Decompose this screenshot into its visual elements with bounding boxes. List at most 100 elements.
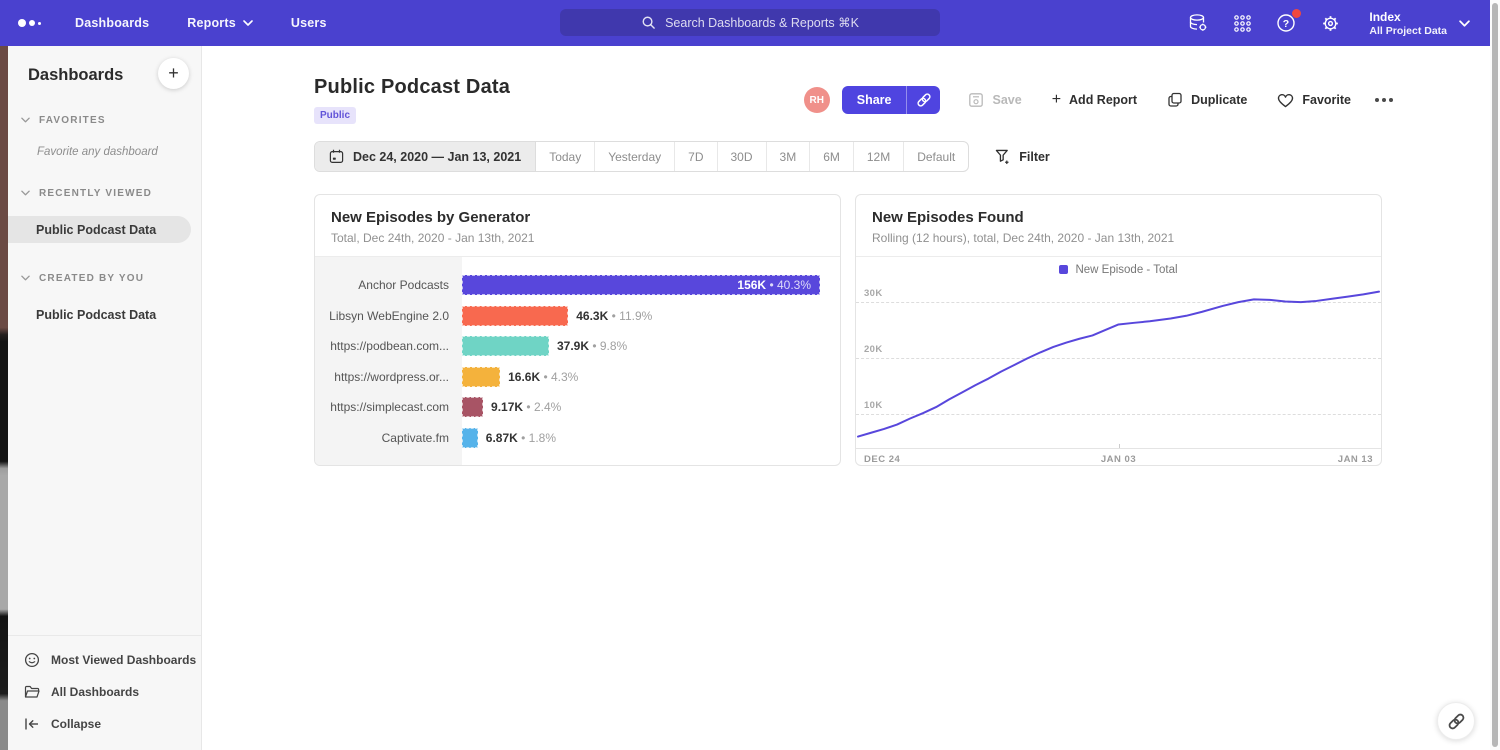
bar-chart: Anchor Podcasts 156K • 40.3% Libsyn WebE… [315,257,840,466]
avatar-initials: RH [810,95,824,106]
sidebar-footer: Most Viewed Dashboards All Dashboards Co… [8,635,201,750]
bar[interactable] [462,367,500,387]
date-range-button[interactable]: Dec 24, 2020 — Jan 13, 2021 [315,142,536,171]
section-favorites[interactable]: FAVORITES [8,111,201,129]
plot-area[interactable]: 30K 20K 10K [856,282,1381,449]
card-title: New Episodes Found [872,209,1365,226]
add-report-button[interactable]: + Add Report [1052,93,1137,107]
bar[interactable] [462,306,568,326]
more-icon [1375,98,1393,102]
legend-label: New Episode - Total [1075,264,1177,276]
preset-yesterday[interactable]: Yesterday [595,142,675,171]
settings-gear-icon[interactable] [1319,12,1341,34]
bar-row[interactable]: Libsyn WebEngine 2.0 46.3K • 11.9% [315,301,840,332]
add-dashboard-button[interactable]: + [158,58,189,89]
bar-row[interactable]: https://wordpress.or... 16.6K • 4.3% [315,362,840,393]
chevron-down-icon [21,190,30,196]
bar-category-label: Libsyn WebEngine 2.0 [315,309,462,323]
card-new-episodes-found: New Episodes Found Rolling (12 hours), t… [855,194,1382,466]
bar-row[interactable]: https://simplecast.com 9.17K • 2.4% [315,392,840,423]
preset-today[interactable]: Today [536,142,595,171]
legend-swatch [1059,265,1068,274]
sidebar-item-public-podcast-data-created[interactable]: Public Podcast Data [8,301,191,328]
x-tick-label: JAN 13 [1338,454,1373,466]
link-icon [1447,712,1466,731]
nav-dashboards-label: Dashboards [75,16,149,30]
duplicate-label: Duplicate [1191,93,1247,107]
filter-label: Filter [1019,150,1050,164]
page-title: Public Podcast Data [314,76,510,99]
top-navbar: Dashboards Reports Users Search Dashboar… [0,0,1500,46]
most-viewed-dashboards-button[interactable]: Most Viewed Dashboards [8,644,201,676]
preset-3m[interactable]: 3M [767,142,811,171]
data-management-icon[interactable] [1187,12,1209,34]
desktop-edge [0,46,8,750]
nav-reports[interactable]: Reports [187,16,253,30]
search-input[interactable]: Search Dashboards & Reports ⌘K [560,9,940,36]
collapse-icon [24,716,40,732]
section-label: CREATED BY YOU [39,273,144,284]
public-badge: Public [314,107,356,124]
duplicate-button[interactable]: Duplicate [1167,92,1247,108]
bar[interactable] [462,397,483,417]
copy-link-button[interactable] [906,86,940,114]
date-range-label: Dec 24, 2020 — Jan 13, 2021 [353,150,521,164]
apps-grid-icon[interactable] [1231,12,1253,34]
mixpanel-logo-icon[interactable] [18,19,41,27]
bar-row[interactable]: https://podbean.com... 37.9K • 9.8% [315,331,840,362]
preset-6m[interactable]: 6M [810,142,854,171]
chevron-down-icon [21,117,30,123]
bar-row[interactable]: Anchor Podcasts 156K • 40.3% [315,270,840,301]
all-dashboards-button[interactable]: All Dashboards [8,676,201,708]
preset-30d[interactable]: 30D [718,142,767,171]
card-header[interactable]: New Episodes by Generator Total, Dec 24t… [315,195,840,257]
svg-text:?: ? [1283,18,1289,30]
sidebar: Dashboards + FAVORITES Favorite any dash… [8,46,202,750]
save-button[interactable]: Save [968,92,1021,108]
smiley-icon [24,652,40,668]
chevron-down-icon [243,20,253,26]
bar[interactable] [462,336,549,356]
bar[interactable] [462,428,478,448]
x-tick-label: JAN 03 [1101,454,1136,465]
bar[interactable]: 156K • 40.3% [462,275,820,295]
more-options-button[interactable] [1375,98,1393,102]
card-header[interactable]: New Episodes Found Rolling (12 hours), t… [856,195,1381,257]
card-title: New Episodes by Generator [331,209,824,226]
preset-default[interactable]: Default [904,142,968,171]
save-label: Save [992,93,1021,107]
project-switcher[interactable]: Index All Project Data [1369,10,1470,37]
help-icon[interactable]: ? [1275,12,1297,34]
bar-row[interactable]: Captivate.fm 6.87K • 1.8% [315,423,840,454]
preset-7d[interactable]: 7D [675,142,717,171]
section-label: FAVORITES [39,115,106,126]
search-placeholder: Search Dashboards & Reports ⌘K [665,15,859,30]
calendar-icon [329,149,344,164]
section-created-by-you[interactable]: CREATED BY YOU [8,269,201,287]
scrollbar-thumb[interactable] [1492,3,1498,747]
duplicate-icon [1167,92,1183,108]
bar-category-label: https://podbean.com... [315,339,462,353]
date-range-control: Dec 24, 2020 — Jan 13, 2021 Today Yester… [314,141,969,172]
avatar[interactable]: RH [804,87,830,113]
footer-item-label: Most Viewed Dashboards [51,653,196,667]
filter-button[interactable]: Filter [995,149,1050,165]
chart-legend[interactable]: New Episode - Total [856,257,1381,282]
nav-users-label: Users [291,16,327,30]
preset-12m[interactable]: 12M [854,142,904,171]
collapse-sidebar-button[interactable]: Collapse [8,708,201,740]
link-icon [916,92,932,108]
heart-icon [1277,93,1294,108]
share-link-fab[interactable] [1437,702,1475,740]
footer-item-label: Collapse [51,717,101,731]
share-button[interactable]: Share [842,86,907,114]
nav-dashboards[interactable]: Dashboards [75,16,149,30]
sidebar-item-public-podcast-data[interactable]: Public Podcast Data [8,216,191,243]
card-new-episodes-by-generator: New Episodes by Generator Total, Dec 24t… [314,194,841,466]
filter-funnel-icon [995,149,1010,165]
section-recently-viewed[interactable]: RECENTLY VIEWED [8,184,201,202]
favorites-empty-text: Favorite any dashboard [8,129,201,158]
folder-icon [24,684,40,700]
favorite-button[interactable]: Favorite [1277,93,1351,108]
nav-users[interactable]: Users [291,16,327,30]
